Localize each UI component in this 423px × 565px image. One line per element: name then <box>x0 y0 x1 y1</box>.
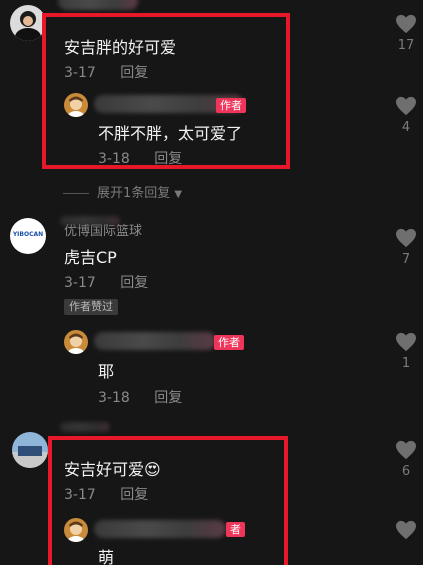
comment-meta: 3-17 回复 <box>64 272 148 292</box>
heart-icon <box>396 228 416 248</box>
like-count: 1 <box>401 356 411 371</box>
author-badge: 作者 <box>214 335 244 350</box>
like-count: 7 <box>401 252 411 267</box>
like-button[interactable]: 17 <box>392 14 420 53</box>
reply-text[interactable]: 耶 <box>98 358 114 382</box>
like-button[interactable]: 6 <box>392 440 420 479</box>
like-count: 17 <box>397 38 415 53</box>
username-blurred <box>60 216 120 226</box>
avatar[interactable] <box>10 5 46 41</box>
comment-date: 3-17 <box>64 275 96 291</box>
heart-icon <box>396 332 416 352</box>
highlight-box <box>48 436 288 565</box>
avatar[interactable] <box>12 432 48 468</box>
avatar[interactable]: YIBOCAN <box>10 218 46 254</box>
username-blurred[interactable] <box>58 0 138 10</box>
comment-text[interactable]: 虎吉CP <box>64 244 117 268</box>
reply-date: 3-18 <box>98 390 130 406</box>
reply-username-blurred[interactable] <box>94 332 216 350</box>
caret-down-icon: ▼ <box>174 189 183 200</box>
reply-avatar[interactable] <box>64 330 88 354</box>
heart-icon <box>396 440 416 460</box>
like-button[interactable] <box>392 520 420 544</box>
like-button[interactable]: 7 <box>392 228 420 267</box>
heart-icon <box>396 520 416 540</box>
comment-item: 安吉胖的好可爱 3-17 回复 17 作者 不胖不胖，太可爱了 3-18 回复 <box>0 0 423 200</box>
heart-icon <box>396 14 416 34</box>
username-blurred[interactable] <box>60 422 110 432</box>
avatar-logo-text: YIBOCAN <box>12 231 44 238</box>
reply-button[interactable]: 回复 <box>154 390 182 406</box>
like-count: 6 <box>401 464 411 479</box>
author-liked-badge: 作者赞过 <box>64 299 118 315</box>
comment-list: 安吉胖的好可爱 3-17 回复 17 作者 不胖不胖，太可爱了 3-18 回复 <box>0 0 423 565</box>
like-button[interactable]: 4 <box>392 96 420 135</box>
heart-icon <box>396 96 416 116</box>
comment-item: 安吉好可爱😍 3-17 回复 6 者 萌 <box>0 422 423 565</box>
highlight-box <box>42 13 290 169</box>
comment-item: YIBOCAN 优博国际篮球 虎吉CP 3-17 回复 作者赞过 7 作者 耶 … <box>0 210 423 420</box>
like-button[interactable]: 1 <box>392 332 420 371</box>
reply-button[interactable]: 回复 <box>120 275 148 291</box>
reply-meta: 3-18 回复 <box>98 387 182 407</box>
divider <box>63 193 89 194</box>
expand-replies[interactable]: 展开1条回复 ▼ <box>63 182 182 201</box>
expand-label: 展开1条回复 <box>97 186 171 201</box>
like-count: 4 <box>401 120 411 135</box>
